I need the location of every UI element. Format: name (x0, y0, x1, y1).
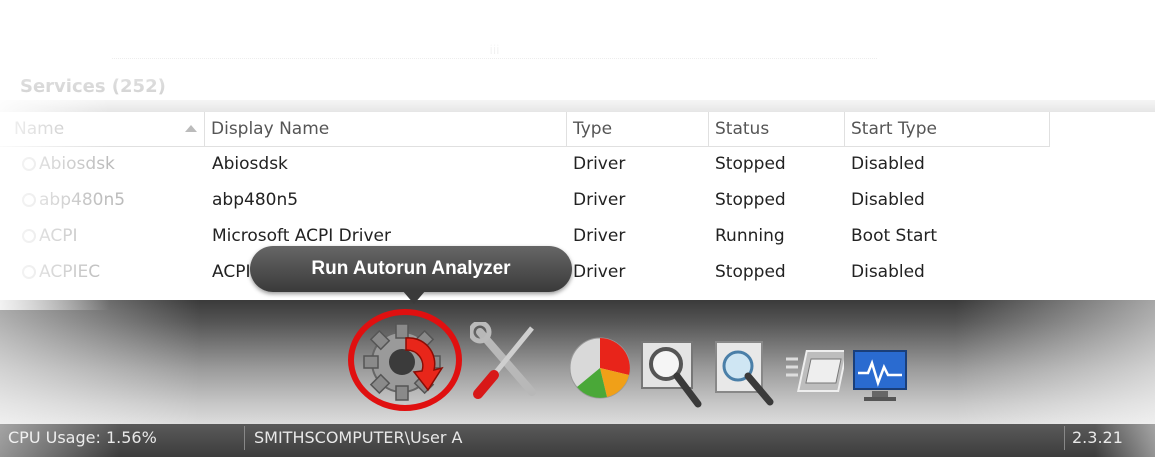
row-type-cell: Driver (573, 262, 626, 282)
services-title: Services (252) (20, 76, 166, 97)
find-button[interactable] (640, 338, 704, 410)
run-autorun-analyzer-button[interactable] (346, 308, 464, 412)
row-start-type-cell: Boot Start (851, 226, 938, 246)
column-header-status[interactable]: Status (709, 112, 845, 146)
status-bar: CPU Usage: 1.56% SMITHSCOMPUTER\User A 2… (0, 424, 1155, 457)
service-gear-icon (22, 229, 36, 243)
current-user-text: SMITHSCOMPUTER\User A (254, 428, 463, 447)
row-display-name-cell: abp480n5 (212, 190, 299, 210)
toolbar-fade-right (955, 300, 1155, 424)
network-monitor-icon (853, 350, 907, 401)
statusbar-fade-right (1095, 424, 1155, 457)
search-document-icon (715, 341, 774, 406)
status-separator (244, 426, 245, 450)
autorun-analyzer-icon (348, 309, 462, 411)
row-status-cell: Stopped (715, 190, 786, 210)
search-document-button[interactable] (712, 338, 776, 410)
column-header-type[interactable]: Type (567, 112, 709, 146)
row-name-cell: ACPIEC (22, 254, 100, 290)
run-autorun-analyzer-tooltip: Run Autorun Analyzer (250, 246, 572, 292)
service-gear-icon (22, 265, 36, 279)
row-start-type-cell: Disabled (851, 262, 925, 282)
window-button[interactable] (784, 345, 848, 401)
service-gear-icon (22, 157, 36, 171)
table-row[interactable]: abp480n5 abp480n5 Driver Stopped Disable… (0, 182, 1050, 218)
row-name-cell: abp480n5 (22, 182, 125, 218)
toolbar-fade-left (0, 300, 200, 424)
row-start-type-cell: Disabled (851, 190, 925, 210)
magnifier-icon (641, 341, 702, 408)
row-display-name-cell: Abiosdsk (212, 154, 288, 174)
row-status-cell: Running (715, 226, 785, 246)
row-type-cell: Driver (573, 226, 626, 246)
service-gear-icon (22, 193, 36, 207)
section-band (0, 100, 1155, 112)
column-name-label: Name (14, 119, 65, 139)
tools-button[interactable] (468, 320, 544, 402)
row-name-cell: ACPI (22, 218, 77, 254)
network-monitor-button[interactable] (850, 345, 910, 405)
row-status-cell: Stopped (715, 262, 786, 282)
row-name-cell: Abiosdsk (22, 146, 115, 182)
window-icon (786, 350, 848, 392)
row-type-cell: Driver (573, 154, 626, 174)
column-header-name[interactable]: Name (0, 112, 205, 146)
scroll-grip[interactable]: iii (112, 44, 877, 59)
tooltip-pointer (402, 290, 426, 304)
row-type-cell: Driver (573, 190, 626, 210)
statistics-button[interactable] (567, 335, 633, 401)
statusbar-fade-left (0, 424, 120, 457)
row-status-cell: Stopped (715, 154, 786, 174)
row-start-type-cell: Disabled (851, 154, 925, 174)
services-table: Name Display Name Type Status Start Type… (0, 112, 1155, 308)
tools-icon (468, 320, 536, 399)
column-header-display-name[interactable]: Display Name (205, 112, 567, 146)
table-row[interactable]: Abiosdsk Abiosdsk Driver Stopped Disable… (0, 146, 1050, 182)
table-header-row: Name Display Name Type Status Start Type (0, 112, 1050, 147)
status-separator (1064, 426, 1065, 450)
column-header-start-type[interactable]: Start Type (845, 112, 1050, 146)
pie-chart-icon (569, 337, 631, 399)
sort-ascending-icon (185, 125, 197, 132)
